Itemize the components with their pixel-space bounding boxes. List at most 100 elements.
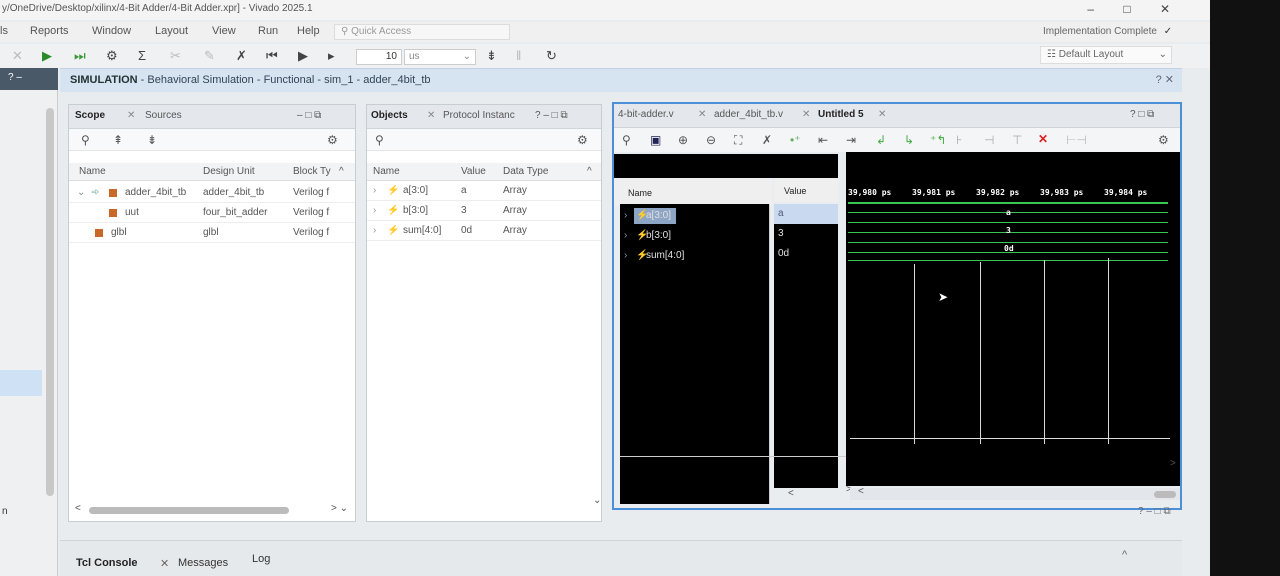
add-marker-icon[interactable]: •⁺ [790,133,801,147]
zoom-in-icon[interactable]: ⊕ [678,133,688,147]
prev-transition-icon[interactable]: ↲ [876,133,886,147]
simulation-header-controls[interactable]: ? ✕ [1156,69,1174,91]
close-sim-icon[interactable]: ✕ [12,48,23,64]
column-design-unit[interactable]: Design Unit [203,166,255,177]
expand-chevron-icon[interactable]: › [624,210,627,221]
run-icon[interactable]: ▶ [42,48,52,64]
search-icon[interactable]: ⚲ [622,133,631,147]
column-name[interactable]: Name [373,166,400,177]
objects-window-controls[interactable]: ? – □ ⧉ [535,110,568,121]
swap-cursor-icon[interactable]: ⊤ [1012,133,1022,147]
tab-objects[interactable]: Objects [371,110,408,121]
expand-all-icon[interactable]: ⇟ [147,133,157,147]
tab-scope[interactable]: Scope [75,110,105,121]
scroll-left-icon[interactable]: < [858,486,864,497]
menu-view[interactable]: View [212,25,236,37]
expand-chevron-icon[interactable]: ⌄ [77,187,85,198]
menu-help[interactable]: Help [297,25,320,37]
zoom-cursor-icon[interactable]: ✗ [762,133,772,147]
restart-icon[interactable]: ⏮ [266,48,278,64]
column-name[interactable]: Name [79,166,106,177]
column-data-type[interactable]: Data Type [503,166,548,177]
run-for-icon[interactable]: ▸ [328,48,335,64]
scope-window-controls[interactable]: – □ ⧉ [297,110,321,121]
layout-select[interactable]: ☷ Default Layout ⌄ [1040,46,1172,64]
chevron-up-icon[interactable]: ^ [339,166,344,177]
menu-window[interactable]: Window [92,25,131,37]
zoom-fit-icon[interactable]: ⛶ [734,133,742,148]
add-marker2-icon[interactable]: ⁺↰ [930,133,946,147]
signal-name[interactable]: sum[4:0] [646,250,684,261]
next-marker-icon[interactable]: ⊣ [984,133,994,147]
run-unit-select[interactable]: us ⌄ [404,49,476,65]
search-icon[interactable]: ⚲ [81,133,90,147]
flow-navigator-scrollbar[interactable] [46,108,54,496]
search-icon[interactable]: ⚲ [375,133,384,147]
minimize-button[interactable]: – [1087,2,1094,16]
tab-sources[interactable]: Sources [145,110,182,121]
gear-icon[interactable]: ⚙ [327,133,338,147]
bottom-panel-controls[interactable]: ? – □ ⧉ [1138,506,1171,517]
waveform-hscroll-track[interactable] [850,488,1180,500]
tab-log[interactable]: Log [252,553,270,565]
scroll-left-icon[interactable]: < [788,488,794,499]
menu-run[interactable]: Run [258,25,278,37]
object-row[interactable]: › ⚡ sum[4:0] 0d Array [367,221,601,241]
close-icon[interactable]: ✕ [427,110,435,121]
prev-marker-icon[interactable]: ⊦ [956,133,962,147]
column-value[interactable]: Value [461,166,486,177]
chevron-up-icon[interactable]: ^ [587,166,592,177]
tab-adder-tb[interactable]: adder_4bit_tb.v [714,109,783,120]
expand-chevron-icon[interactable]: › [624,230,627,241]
scroll-right-icon[interactable]: > ⌄ [331,503,348,514]
collapse-icon[interactable]: ^ [1122,549,1127,561]
flow-navigator-header[interactable]: ? – [0,68,58,90]
edit-icon[interactable]: ✎ [204,48,215,64]
gear-icon[interactable]: ⚙ [1158,133,1169,147]
sigma-icon[interactable]: Σ [138,48,146,63]
menu-layout[interactable]: Layout [155,25,188,37]
close-icon[interactable]: ✕ [802,109,810,120]
tab-untitled-5[interactable]: Untitled 5 [818,109,864,120]
scope-row[interactable]: ⌄ ➾ adder_4bit_tb adder_4bit_tb Verilog … [69,183,355,203]
delete-marker-icon[interactable]: ✕ [1038,132,1048,146]
zoom-out-icon[interactable]: ⊖ [706,133,716,147]
close-icon[interactable]: ✕ [127,110,135,121]
expand-chevron-icon[interactable]: › [373,205,376,216]
expand-chevron-icon[interactable]: › [373,185,376,196]
scope-row[interactable]: uut four_bit_adder Verilog f [69,203,355,223]
relaunch-icon[interactable]: ↻ [546,48,557,64]
next-transition-icon[interactable]: ↳ [904,133,914,147]
menu-tools[interactable]: ls [0,25,8,37]
tab-messages[interactable]: Messages [178,557,228,569]
expand-chevron-icon[interactable]: › [624,250,627,261]
tab-protocol-instances[interactable]: Protocol Instanc [443,110,527,121]
signal-name[interactable]: b[3:0] [646,230,671,241]
go-to-end-icon[interactable]: ⇥ [846,133,856,147]
close-icon[interactable]: ✕ [160,557,169,570]
menu-reports[interactable]: Reports [30,25,69,37]
waveform-hscroll-thumb[interactable] [1154,491,1176,498]
chevron-down-icon[interactable]: ⌄ [593,495,601,506]
run-all-icon[interactable]: ▶ [298,48,308,64]
expand-chevron-icon[interactable]: › [373,225,376,236]
column-block-type[interactable]: Block Ty [293,166,331,177]
scope-row[interactable]: glbl glbl Verilog f [69,223,355,243]
waveform-window-controls[interactable]: ? □ ⧉ [1130,109,1154,120]
save-icon[interactable]: ▣ [650,133,661,147]
tab-4-bit-adder[interactable]: 4-bit-adder.v [618,109,674,120]
run-time-input[interactable]: 10 [356,49,402,65]
signal-name[interactable]: a[3:0] [646,210,671,221]
quick-access-input[interactable]: ⚲ Quick Access [334,24,510,40]
gear-icon[interactable]: ⚙ [577,133,588,147]
cut-icon[interactable]: ✂ [170,48,181,64]
close-button[interactable]: ✕ [1160,2,1170,16]
scroll-left-icon[interactable]: < [75,503,81,514]
object-row[interactable]: › ⚡ b[3:0] 3 Array [367,201,601,221]
go-to-start-icon[interactable]: ⇤ [818,133,828,147]
close-icon[interactable]: ✕ [878,109,886,120]
settings-icon[interactable]: ⚙ [106,48,118,64]
run-step-icon[interactable]: ⏭ [74,48,86,64]
scroll-right-icon[interactable]: > [1170,458,1176,469]
collapse-all-icon[interactable]: ⇞ [113,133,123,147]
